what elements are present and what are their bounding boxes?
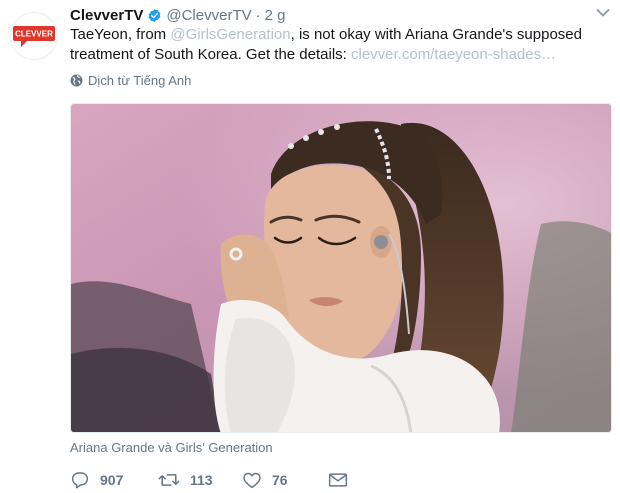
tweet-photo[interactable] (70, 103, 612, 433)
verified-badge-icon (148, 8, 161, 22)
reply-button[interactable]: 907 (70, 471, 158, 489)
translate-label: Dịch từ Tiếng Anh (88, 73, 192, 88)
direct-message-button[interactable] (328, 472, 348, 488)
avatar-logo-text: CLEVVER (15, 30, 53, 39)
user-handle[interactable]: @ClevverTV (166, 7, 251, 24)
tweet-actions: 907 113 76 (70, 469, 348, 491)
photo-caption: Ariana Grande và Girls' Generation (70, 440, 273, 455)
tweet-text: TaeYeon, from @GirlsGeneration, is not o… (70, 25, 610, 65)
retweet-icon (158, 474, 180, 486)
display-name[interactable]: ClevverTV (70, 7, 143, 24)
message-icon (328, 473, 348, 487)
translate-button[interactable]: Dịch từ Tiếng Anh (70, 73, 191, 88)
concert-photo-illustration (71, 104, 611, 432)
globe-icon (70, 74, 83, 87)
tweet: CLEVVER ClevverTV @ClevverTV · 2 g TaeYe… (0, 0, 620, 493)
retweet-button[interactable]: 113 (158, 472, 242, 488)
reply-count: 907 (100, 472, 124, 488)
clevver-logo-icon: CLEVVER (13, 26, 55, 47)
mention-link[interactable]: @GirlsGeneration (170, 26, 290, 43)
header-separator: · (255, 6, 261, 24)
tweet-header: ClevverTV @ClevverTV · 2 g (70, 5, 285, 25)
article-link[interactable]: clevver.com/taeyeon-shades… (351, 46, 556, 63)
avatar[interactable]: CLEVVER (10, 12, 58, 60)
tweet-text-part-1: TaeYeon, from (70, 26, 171, 43)
like-icon (243, 472, 261, 489)
like-button[interactable]: 76 (242, 471, 328, 489)
retweet-count: 113 (190, 472, 213, 488)
tweet-timestamp[interactable]: 2 g (265, 7, 286, 24)
like-count: 76 (272, 472, 288, 488)
chevron-down-icon[interactable] (596, 8, 610, 18)
reply-icon (71, 472, 89, 489)
